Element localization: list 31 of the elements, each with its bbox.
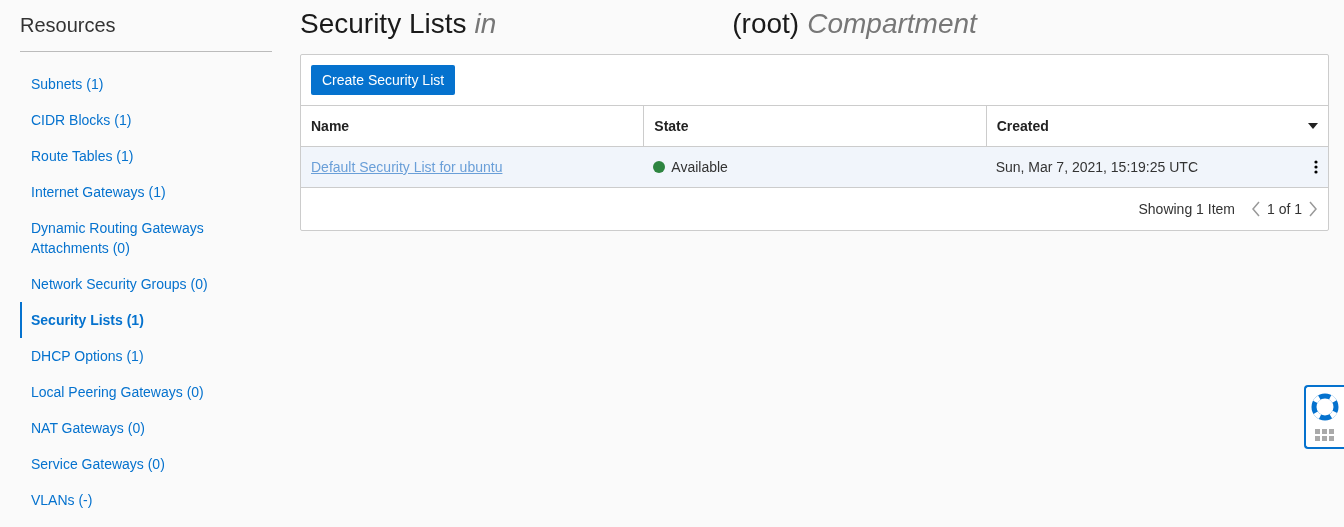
sidebar-item[interactable]: Route Tables (1) [20,138,272,174]
create-button[interactable]: Create Security List [311,65,456,95]
sidebar-item[interactable]: Subnets (1) [20,66,272,102]
scope-text: in [474,8,497,40]
sidebar-item[interactable]: DHCP Options (1) [20,338,272,374]
created-text: Sun, Mar 7, 2021, 15:19:25 UTC [995,159,1198,175]
sidebar-title: Resources [20,14,272,52]
sort-icon[interactable] [1308,123,1318,129]
next-page-icon[interactable] [1308,200,1318,218]
column-header[interactable]: State [643,106,986,146]
page-indicator: 1 of 1 [1266,201,1302,217]
column-header[interactable]: Name [301,106,644,146]
sidebar-item[interactable]: VLANs (-) [20,482,272,518]
lifebuoy-icon[interactable] [1311,393,1339,421]
sidebar-item[interactable]: Security Lists (1) [20,302,272,338]
sidebar-item[interactable]: Service Gateways (0) [20,446,272,482]
previous-page-icon[interactable] [1250,200,1261,218]
sidebar-item[interactable]: Local Peering Gateways (0) [20,374,272,410]
sidebar-item[interactable]: CIDR Blocks (1) [20,102,272,138]
sidebar-item[interactable]: Internet Gateways (1) [20,174,272,210]
item-count: Showing 1 Item [1138,201,1235,217]
sidebar-item[interactable]: Dynamic Routing Gateways Attachments (0) [20,210,272,266]
compartment-name: (root) [732,8,800,40]
column-header[interactable]: Created [985,106,1328,146]
sidebar-item[interactable]: Network Security Groups (0) [20,266,272,302]
more-icon[interactable] [1314,160,1318,174]
state-text: Available [671,159,728,175]
sidebar-item[interactable]: NAT Gateways (0) [20,410,272,446]
security-list-link[interactable]: Default Security List for ubuntu [311,159,503,175]
compartment-label: Compartment [807,8,977,40]
page-title: Security Lists [300,8,467,40]
